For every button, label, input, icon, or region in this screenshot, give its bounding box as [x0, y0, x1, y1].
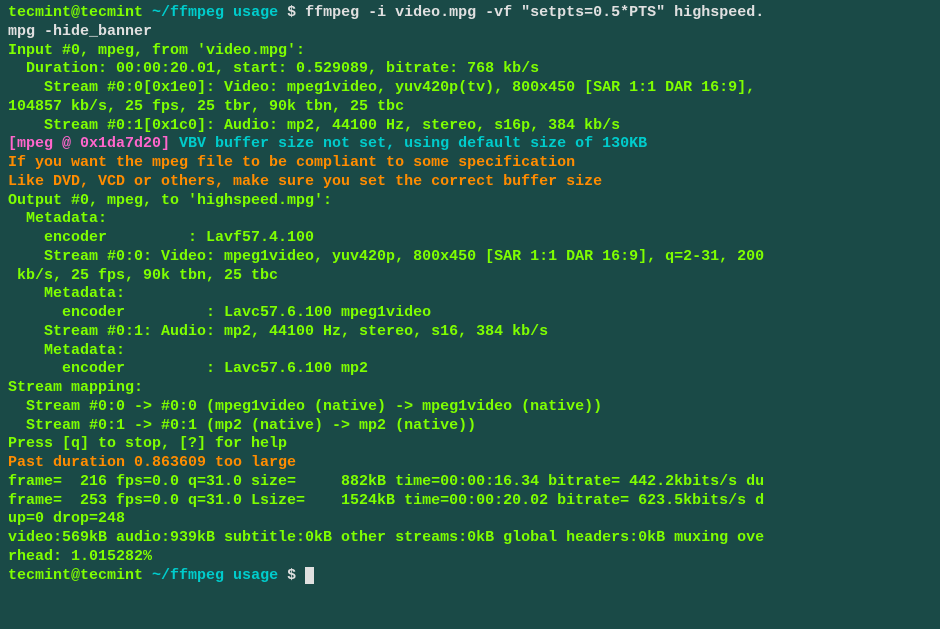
vbv-msg: VBV buffer size not set, using default s… [179, 135, 647, 152]
output-frame3: up=0 drop=248 [8, 510, 932, 529]
output-metadata2: Metadata: [8, 285, 932, 304]
output-encoder3: encoder : Lavc57.6.100 mp2 [8, 360, 932, 379]
prompt-dollar-2: $ [287, 567, 296, 584]
output-metadata1: Metadata: [8, 210, 932, 229]
output-stream-mapping: Stream mapping: [8, 379, 932, 398]
output-warn1: If you want the mpeg file to be complian… [8, 154, 932, 173]
prompt-line-1[interactable]: tecmint@tecmint ~/ffmpeg usage $ ffmpeg … [8, 4, 932, 23]
output-press: Press [q] to stop, [?] for help [8, 435, 932, 454]
output-output-header: Output #0, mpeg, to 'highspeed.mpg': [8, 192, 932, 211]
terminal-cursor [305, 567, 314, 584]
output-stream0-1: Stream #0:1[0x1c0]: Audio: mp2, 44100 Hz… [8, 117, 932, 136]
user-host-2: tecmint@tecmint [8, 567, 143, 584]
output-past-duration: Past duration 0.863609 too large [8, 454, 932, 473]
output-input-header: Input #0, mpeg, from 'video.mpg': [8, 42, 932, 61]
cwd-path-2: ~/ffmpeg usage [152, 567, 278, 584]
prompt-line-final[interactable]: tecmint@tecmint ~/ffmpeg usage $ [8, 567, 932, 586]
output-vbv: [mpeg @ 0x1da7d20] VBV buffer size not s… [8, 135, 932, 154]
output-encoder1: encoder : Lavf57.4.100 [8, 229, 932, 248]
vbv-tag: [mpeg @ 0x1da7d20] [8, 135, 179, 152]
output-map1: Stream #0:1 -> #0:1 (mp2 (native) -> mp2… [8, 417, 932, 436]
output-out-stream0a: Stream #0:0: Video: mpeg1video, yuv420p,… [8, 248, 932, 267]
output-stream0-0a: Stream #0:0[0x1e0]: Video: mpeg1video, y… [8, 79, 932, 98]
output-video-line2: rhead: 1.015282% [8, 548, 932, 567]
output-frame1: frame= 216 fps=0.0 q=31.0 size= 882kB ti… [8, 473, 932, 492]
prompt-line-2[interactable]: mpg -hide_banner [8, 23, 932, 42]
output-video-line1: video:569kB audio:939kB subtitle:0kB oth… [8, 529, 932, 548]
prompt-dollar: $ [287, 4, 296, 21]
output-out-stream0b: kb/s, 25 fps, 90k tbn, 25 tbc [8, 267, 932, 286]
user-host: tecmint@tecmint [8, 4, 143, 21]
output-metadata3: Metadata: [8, 342, 932, 361]
cwd-path: ~/ffmpeg usage [152, 4, 278, 21]
typed-command-cont: mpg -hide_banner [8, 23, 152, 40]
typed-command: ffmpeg -i video.mpg -vf "setpts=0.5*PTS"… [305, 4, 764, 21]
output-duration: Duration: 00:00:20.01, start: 0.529089, … [8, 60, 932, 79]
output-out-stream1: Stream #0:1: Audio: mp2, 44100 Hz, stere… [8, 323, 932, 342]
output-stream0-0b: 104857 kb/s, 25 fps, 25 tbr, 90k tbn, 25… [8, 98, 932, 117]
output-frame2: frame= 253 fps=0.0 q=31.0 Lsize= 1524kB … [8, 492, 932, 511]
output-warn2: Like DVD, VCD or others, make sure you s… [8, 173, 932, 192]
output-map0: Stream #0:0 -> #0:0 (mpeg1video (native)… [8, 398, 932, 417]
output-encoder2: encoder : Lavc57.6.100 mpeg1video [8, 304, 932, 323]
